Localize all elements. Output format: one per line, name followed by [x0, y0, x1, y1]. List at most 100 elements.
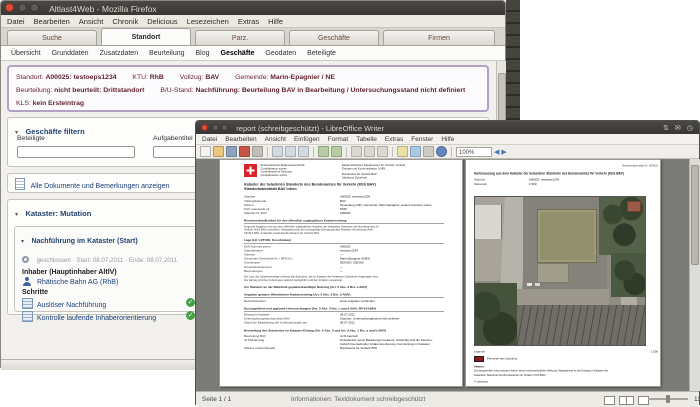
subtab-blog[interactable]: Blog	[196, 50, 210, 57]
navigator-icon[interactable]	[397, 146, 408, 157]
writer-scrollbar[interactable]	[689, 159, 700, 391]
open-icon[interactable]	[213, 146, 224, 157]
tab-suche[interactable]: Suche	[7, 30, 97, 45]
menu-tabelle[interactable]: Tabelle	[356, 136, 377, 143]
maximize-button[interactable]	[29, 3, 39, 12]
menu-delicious[interactable]: Delicious	[147, 17, 177, 26]
info-row-3: KLS: kein Ersteintrag	[16, 97, 480, 110]
page2-footer: Legende 1:500 Perimeter des Standorts Hi…	[474, 350, 658, 384]
step-2-link[interactable]: Kontrolle laufende Inhaberorientierung	[37, 315, 156, 322]
zoom-combo[interactable]: 100%	[456, 146, 492, 157]
close-button[interactable]	[5, 3, 14, 12]
tab-firmen[interactable]: Firmen	[383, 30, 495, 45]
subtab-zusatzdaten[interactable]: Zusatzdaten	[100, 50, 139, 57]
hyperlink-icon[interactable]	[351, 146, 362, 157]
view-layout-icons	[604, 396, 651, 407]
single-page-view-icon[interactable]	[604, 396, 615, 405]
save-icon[interactable]	[226, 146, 237, 157]
zoom-slider-knob[interactable]	[666, 395, 670, 403]
paste-icon[interactable]	[298, 146, 309, 157]
firefox-titlebar[interactable]: Altlast4Web - Mozilla Firefox	[1, 1, 505, 15]
documents-link[interactable]: Alle Dokumente und Bemerkungen anzeigen	[31, 183, 170, 190]
page-indicator[interactable]: Seite 1 / 1	[202, 396, 231, 403]
multi-page-view-icon[interactable]	[618, 396, 634, 405]
zoom-icon[interactable]	[436, 146, 447, 157]
redo-icon[interactable]	[331, 146, 342, 157]
table-icon[interactable]	[364, 146, 375, 157]
menu-ansicht[interactable]: Ansicht	[265, 136, 286, 143]
subtab-beurteilung[interactable]: Beurteilung	[149, 50, 184, 57]
menu-hilfe[interactable]: Hilfe	[268, 17, 283, 26]
scrollbar-thumb[interactable]	[691, 165, 699, 265]
subtab-uebersicht[interactable]: Übersicht	[11, 50, 41, 57]
forward-arrow-icon[interactable]: ▶	[501, 148, 506, 156]
toolbar-separator	[392, 146, 393, 157]
nachfuehrung-header[interactable]: ▾ Nachführung im Kataster (Start)	[15, 227, 201, 248]
bu-stand-label: B/U-Stand:	[160, 87, 194, 94]
subtab-beteiligte[interactable]: Beteiligte	[307, 50, 336, 57]
menu-format[interactable]: Format	[328, 136, 349, 143]
subtab-geschaefte[interactable]: Geschäfte	[221, 50, 255, 57]
writer-titlebar[interactable]: report (schreibgeschützt) - LibreOffice …	[196, 121, 699, 134]
step-row-1[interactable]: Auslöser Nachführung ✓	[15, 296, 201, 309]
zoom-percentage[interactable]: 110%	[694, 396, 700, 403]
clock-indicator-icon[interactable]: ◷	[687, 125, 693, 132]
inhaber-row[interactable]: Rhätische Bahn AG (RhB)	[15, 276, 201, 286]
menu-einfuegen[interactable]: Einfügen	[294, 136, 320, 143]
menu-hilfe[interactable]: Hilfe	[441, 136, 454, 143]
network-indicator-icon[interactable]: ⇅	[663, 125, 669, 132]
menu-datei[interactable]: Datei	[202, 136, 217, 143]
minimize-button[interactable]	[212, 124, 220, 131]
site-info-box: Standort: A00025: testoeps1234 KTU: RhB …	[7, 65, 489, 112]
menu-lesezeichen[interactable]: Lesezeichen	[187, 17, 229, 26]
maximize-button[interactable]	[221, 124, 229, 131]
drawing-icon[interactable]	[377, 146, 388, 157]
gallery-icon[interactable]	[410, 146, 421, 157]
menu-ansicht[interactable]: Ansicht	[79, 17, 104, 26]
cut-icon[interactable]	[272, 146, 283, 157]
minimize-button[interactable]	[18, 3, 28, 12]
step-row-2[interactable]: Kontrolle laufende Inhaberorientierung ✓	[15, 309, 201, 322]
vollzug-label: Vollzug:	[179, 74, 204, 81]
subtab-grunddaten[interactable]: Grunddaten	[52, 50, 89, 57]
mail-indicator-icon[interactable]: ✉	[675, 125, 681, 132]
vollzug-value: BAV	[205, 74, 220, 81]
inhaber-link[interactable]: Rhätische Bahn AG (RhB)	[37, 279, 118, 286]
undo-icon[interactable]	[318, 146, 329, 157]
gemeinde-label: Gemeinde:	[235, 74, 269, 81]
field-row: Weitere Auskunftsstelle Bundesamt für Ver…	[244, 347, 378, 351]
kls-label: KLS:	[16, 100, 31, 107]
beteiligte-input[interactable]	[17, 146, 135, 158]
menu-fenster[interactable]: Fenster	[411, 136, 433, 143]
menu-extras[interactable]: Extras	[238, 17, 259, 26]
close-button[interactable]	[201, 124, 208, 131]
menu-bearbeiten[interactable]: Bearbeiten	[225, 136, 256, 143]
map-scale: 1:500	[651, 350, 658, 354]
aerial-map-image	[474, 196, 646, 346]
readonly-info: Informationen: Textdokument schreibgesch…	[291, 396, 426, 403]
toolbar-separator	[346, 146, 347, 157]
export-pdf-icon[interactable]	[239, 146, 250, 157]
back-arrow-icon[interactable]: ◀	[494, 148, 499, 156]
tab-geschaefte[interactable]: Geschäfte	[289, 30, 379, 45]
map-title: Kartenauszug aus dem Kataster der belast…	[474, 172, 624, 176]
print-icon[interactable]	[252, 146, 263, 157]
subtab-geodaten[interactable]: Geodaten	[265, 50, 296, 57]
step-1-link[interactable]: Auslöser Nachführung	[37, 302, 106, 309]
new-document-icon[interactable]	[200, 146, 211, 157]
zoom-slider[interactable]	[648, 395, 688, 403]
copy-icon[interactable]	[285, 146, 296, 157]
menu-bearbeiten[interactable]: Bearbeiten	[34, 17, 70, 26]
section-header: Rechtsverbindlichkeit für den öffentlich…	[244, 219, 444, 224]
beurteilung-value: nicht beurteilt: Drittstandort	[54, 87, 145, 94]
menu-extras[interactable]: Extras	[385, 136, 403, 143]
menu-datei[interactable]: Datei	[7, 17, 25, 26]
field-row: Bemerkungen —	[244, 269, 343, 273]
book-view-icon[interactable]	[637, 396, 649, 405]
tab-parz[interactable]: Parz.	[195, 30, 285, 45]
find-icon[interactable]	[423, 146, 434, 157]
tab-standort[interactable]: Standort	[101, 28, 191, 45]
menu-chronik[interactable]: Chronik	[112, 17, 138, 26]
report-page-2: Standortdatenblatt Nr. A00025 Kartenausz…	[465, 159, 661, 387]
aerial-white-building	[475, 205, 502, 239]
